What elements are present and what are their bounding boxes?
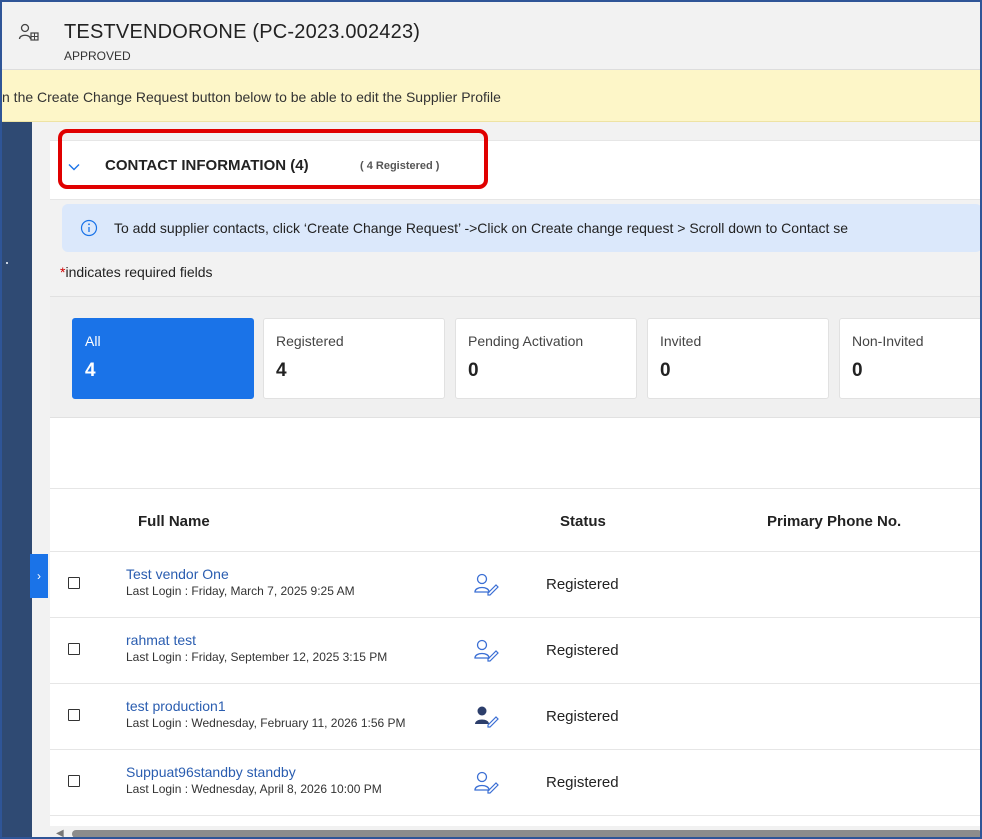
contact-name-link[interactable]: rahmat test [126,632,196,648]
horizontal-scrollbar[interactable]: ◀ [50,826,980,837]
filter-card-pending-activation[interactable]: Pending Activation 0 [455,318,637,399]
card-label: Pending Activation [468,333,584,349]
contact-status: Registered [546,576,619,593]
highlight-annotation [58,129,488,189]
contacts-table: Full Name Status Primary Phone No. Test … [50,418,980,837]
scrollbar-thumb[interactable] [72,830,980,837]
user-edit-outline-icon[interactable] [473,770,499,794]
row-checkbox[interactable] [68,709,80,721]
status-filter-cards: All 4 Registered 4 Pending Activation 0 … [50,296,980,418]
row-checkbox[interactable] [68,775,80,787]
user-edit-filled-icon[interactable] [473,704,499,728]
left-nav-strip [2,122,32,837]
sidebar-expand-button[interactable]: › [30,554,48,598]
card-count: 0 [852,360,863,381]
filter-card-registered[interactable]: Registered 4 [263,318,445,399]
sidebar-gutter [32,122,50,837]
contact-status: Registered [546,642,619,659]
column-header-full-name[interactable]: Full Name [138,513,210,530]
table-row: test production1 Last Login : Wednesday,… [50,684,980,750]
last-login-text: Last Login : Wednesday, February 11, 202… [126,716,406,730]
card-label: Registered [276,333,344,349]
last-login-text: Last Login : Friday, September 12, 2025 … [126,650,388,664]
card-label: All [85,333,101,349]
page-header: TESTVENDORONE (PC-2023.002423) APPROVED [2,2,980,70]
last-login-text: Last Login : Wednesday, April 8, 2026 10… [126,782,382,796]
card-count: 0 [468,360,479,381]
notice-banner: n the Create Change Request button below… [2,70,980,122]
info-icon [80,219,98,237]
user-edit-outline-icon[interactable] [473,638,499,662]
card-count: 4 [276,360,287,381]
app-frame: TESTVENDORONE (PC-2023.002423) APPROVED … [0,0,982,839]
card-count: 4 [85,360,96,381]
contact-status: Registered [546,774,619,791]
notice-banner-text: n the Create Change Request button below… [2,89,501,105]
contact-status: Registered [546,708,619,725]
contact-name-link[interactable]: Suppuat96standby standby [126,764,296,780]
table-row: rahmat test Last Login : Friday, Septemb… [50,618,980,684]
required-note-text: indicates required fields [65,264,213,280]
column-header-primary-phone[interactable]: Primary Phone No. [767,513,901,530]
user-edit-outline-icon[interactable] [473,572,499,596]
filter-card-invited[interactable]: Invited 0 [647,318,829,399]
card-count: 0 [660,360,671,381]
info-message: To add supplier contacts, click ‘Create … [62,204,980,252]
row-checkbox[interactable] [68,577,80,589]
nav-marker [6,262,8,264]
filter-card-all[interactable]: All 4 [72,318,254,399]
filter-card-non-invited[interactable]: Non-Invited 0 [839,318,980,399]
table-header-row: Full Name Status Primary Phone No. [50,488,980,552]
row-checkbox[interactable] [68,643,80,655]
vendor-org-icon [18,23,39,41]
page-title: TESTVENDORONE (PC-2023.002423) [64,21,421,43]
card-label: Invited [660,333,702,349]
info-message-text: To add supplier contacts, click ‘Create … [114,220,849,236]
card-label: Non-Invited [852,333,924,349]
required-fields-note: *indicates required fields [60,264,213,280]
scroll-left-arrow-icon[interactable]: ◀ [56,828,64,837]
column-header-status[interactable]: Status [560,513,606,530]
table-row: Test vendor One Last Login : Friday, Mar… [50,552,980,618]
table-row: Suppuat96standby standby Last Login : We… [50,750,980,816]
contact-name-link[interactable]: test production1 [126,698,226,714]
status-badge: APPROVED [64,49,131,63]
main-content: CONTACT INFORMATION (4) ( 4 Registered )… [50,122,980,837]
last-login-text: Last Login : Friday, March 7, 2025 9:25 … [126,584,355,598]
contact-name-link[interactable]: Test vendor One [126,566,229,582]
